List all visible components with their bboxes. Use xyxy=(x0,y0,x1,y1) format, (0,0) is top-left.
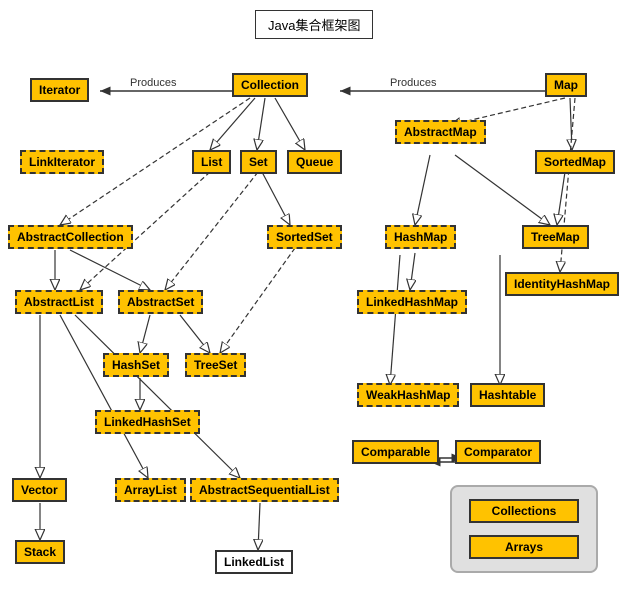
abstractsequentiallist-node: AbstractSequentialList xyxy=(190,478,339,502)
weakhashmap-node: WeakHashMap xyxy=(357,383,459,407)
hashtable-node: Hashtable xyxy=(470,383,545,407)
comparator-node: Comparator xyxy=(455,440,541,464)
map-node: Map xyxy=(545,73,587,97)
sortedmap-node: SortedMap xyxy=(535,150,615,174)
set-node: Set xyxy=(240,150,277,174)
sortedset-node: SortedSet xyxy=(267,225,342,249)
comparable-node: Comparable xyxy=(352,440,439,464)
svg-text:Produces: Produces xyxy=(390,77,437,89)
collections-node: Collections xyxy=(469,499,579,523)
treemap-node: TreeMap xyxy=(522,225,589,249)
title-text: Java集合框架图 xyxy=(268,18,360,33)
svg-text:Produces: Produces xyxy=(130,77,177,89)
treeset-node: TreeSet xyxy=(185,353,246,377)
abstractcollection-node: AbstractCollection xyxy=(8,225,133,249)
title-box: Java集合框架图 xyxy=(255,10,373,39)
linkedhashmap-node: LinkedHashMap xyxy=(357,290,467,314)
list-node: List xyxy=(192,150,231,174)
linkiterator-node: LinkIterator xyxy=(20,150,104,174)
identityhashmap-node: IdentityHashMap xyxy=(505,272,619,296)
hashset-node: HashSet xyxy=(103,353,169,377)
queue-node: Queue xyxy=(287,150,342,174)
legend-container: Collections Arrays xyxy=(450,485,598,573)
linkedlist-node: LinkedList xyxy=(215,550,293,574)
abstractlist-node: AbstractList xyxy=(15,290,103,314)
stack-node: Stack xyxy=(15,540,65,564)
iterator-node: Iterator xyxy=(30,78,89,102)
vector-node: Vector xyxy=(12,478,67,502)
arrays-node: Arrays xyxy=(469,535,579,559)
abstractmap-node: AbstractMap xyxy=(395,120,486,144)
hashmap-node: HashMap xyxy=(385,225,456,249)
abstractset-node: AbstractSet xyxy=(118,290,203,314)
arraylist-node: ArrayList xyxy=(115,478,186,502)
linkedhashset-node: LinkedHashSet xyxy=(95,410,200,434)
collection-node: Collection xyxy=(232,73,308,97)
